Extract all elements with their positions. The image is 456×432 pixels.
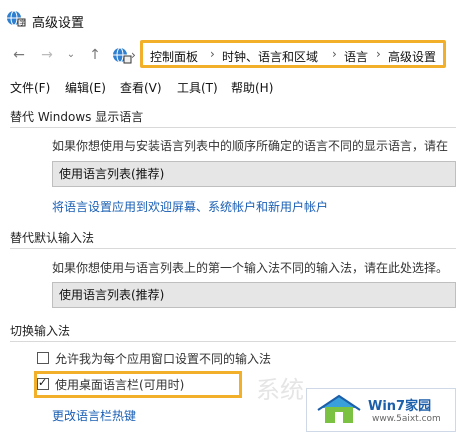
- desktop-language-bar-label[interactable]: 使用桌面语言栏(可用时): [55, 376, 184, 393]
- breadcrumb-separator: ›: [332, 47, 337, 61]
- control-panel-icon: [113, 47, 132, 64]
- up-arrow-icon[interactable]: ↑: [86, 46, 104, 64]
- watermark-url: www.5aixt.com: [372, 414, 441, 424]
- window-title: 高级设置: [32, 16, 85, 31]
- change-language-bar-hotkeys-link[interactable]: 更改语言栏热键: [52, 407, 136, 424]
- watermark-brand: Win7家园: [368, 399, 432, 414]
- breadcrumb-control-panel[interactable]: 控制面板: [150, 48, 198, 65]
- watermark-background-text: 系统: [256, 376, 304, 404]
- display-language-select[interactable]: 使用语言列表(推荐): [52, 161, 456, 187]
- divider: [10, 248, 456, 249]
- divider: [10, 341, 456, 342]
- breadcrumb-root-separator: ›: [131, 48, 136, 62]
- house-logo-icon: [317, 394, 361, 423]
- menu-edit[interactable]: 编辑(E): [65, 79, 106, 96]
- menu-file[interactable]: 文件(F): [10, 79, 50, 96]
- recent-dropdown-icon[interactable]: ⌄: [62, 46, 80, 64]
- language-settings-icon: 字: [7, 10, 26, 27]
- apply-to-welcome-screen-link[interactable]: 将语言设置应用到欢迎屏幕、系统帐户和新用户帐户: [52, 198, 328, 215]
- desktop-language-bar-checkbox[interactable]: [37, 376, 49, 390]
- menu-view[interactable]: 查看(V): [120, 79, 162, 96]
- divider: [10, 127, 456, 128]
- menu-tools[interactable]: 工具(T): [177, 79, 218, 96]
- forward-arrow-icon[interactable]: →: [38, 46, 56, 64]
- breadcrumb-language[interactable]: 语言: [344, 48, 368, 65]
- display-language-heading: 替代 Windows 显示语言: [10, 110, 144, 124]
- input-method-select[interactable]: 使用语言列表(推荐): [52, 282, 456, 308]
- display-language-description: 如果你想使用与安装语言列表中的顺序所确定的语言不同的显示语言，请在: [52, 139, 449, 153]
- per-app-input-checkbox[interactable]: [37, 352, 49, 364]
- switch-input-heading: 切换输入法: [10, 324, 71, 338]
- breadcrumb-separator: ›: [210, 47, 215, 61]
- back-arrow-icon[interactable]: ←: [10, 46, 28, 64]
- menu-help[interactable]: 帮助(H): [231, 79, 273, 96]
- breadcrumb-advanced-settings[interactable]: 高级设置: [388, 48, 436, 65]
- input-method-description: 如果你想使用与语言列表上的第一个输入法不同的输入法，请在此处选择。: [52, 261, 449, 275]
- breadcrumb-clock-language-region[interactable]: 时钟、语言和区域: [222, 48, 318, 65]
- breadcrumb-separator: ›: [376, 47, 381, 61]
- input-method-heading: 替代默认输入法: [10, 231, 95, 245]
- svg-text:字: 字: [19, 19, 25, 27]
- per-app-input-label[interactable]: 允许我为每个应用窗口设置不同的输入法: [55, 350, 271, 367]
